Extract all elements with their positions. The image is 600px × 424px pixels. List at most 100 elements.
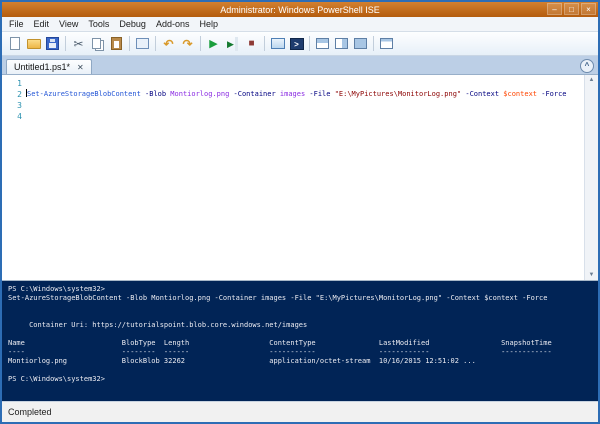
script-pane-max-icon [354,38,367,49]
paste-icon [111,37,122,50]
console-line [8,366,598,375]
open-script-button[interactable] [24,34,43,53]
menu-help[interactable]: Help [194,19,223,29]
console-line: ---- -------- ------ ----------- -------… [8,348,598,357]
menu-addons[interactable]: Add-ons [151,19,195,29]
redo-icon: ↷ [182,37,192,51]
line-number: 2 [2,89,22,100]
menu-view[interactable]: View [54,19,83,29]
run-script-button[interactable]: ▶ [204,34,223,53]
tab-close-icon[interactable]: ✕ [77,63,84,72]
paste-button[interactable] [107,34,126,53]
console-line: PS C:\Windows\system32> [8,375,598,384]
minimize-button[interactable]: – [547,3,562,15]
console-line: Set-AzureStorageBlobContent -Blob Montio… [8,294,598,303]
code-token-variable: $context [499,90,537,98]
code-token-parameter: -File [305,90,330,98]
line-number-gutter: 1234 [2,75,26,280]
toolbar-separator [373,36,374,51]
save-button[interactable] [43,34,62,53]
toolbar-separator [200,36,201,51]
console-line: PS C:\Windows\system32> [8,285,598,294]
cut-icon: ✂ [73,37,83,51]
cut-button[interactable]: ✂ [69,34,88,53]
clear-console-icon [136,38,149,49]
menu-bar: FileEditViewToolsDebugAdd-onsHelp [2,17,598,32]
toolbar-separator [129,36,130,51]
run-selection-button[interactable]: ▶ [223,34,242,53]
code-token-string: "E:\MyPictures\MonitorLog.png" [330,90,461,98]
console-line: Container Uri: https://tutorialspoint.bl… [8,321,598,330]
code-line[interactable] [26,100,584,111]
undo-button[interactable]: ↶ [159,34,178,53]
scroll-up-icon[interactable]: ▲ [589,77,595,83]
script-pane-top-button[interactable] [313,34,332,53]
open-script-icon [27,39,41,49]
menu-file[interactable]: File [4,19,29,29]
code-token-argument: images [276,90,306,98]
code-token-parameter: -Container [229,90,275,98]
line-number: 4 [2,111,22,122]
code-token-argument: Montiorlog.png [166,90,229,98]
scroll-down-icon[interactable]: ▼ [589,272,595,278]
tab-untitled1[interactable]: Untitled1.ps1* ✕ [6,59,92,74]
code-line[interactable] [26,78,584,89]
maximize-button[interactable]: □ [564,3,579,15]
clear-console-button[interactable] [133,34,152,53]
undo-icon: ↶ [163,37,173,51]
new-remote-tab-icon [271,38,285,49]
copy-icon [92,38,101,49]
script-pane-max-button[interactable] [351,34,370,53]
copy-button[interactable] [88,34,107,53]
menu-edit[interactable]: Edit [29,19,55,29]
editor-scrollbar[interactable]: ▲ ▼ [584,75,598,280]
toolbar-separator [264,36,265,51]
code-token-parameter: -Force [537,90,567,98]
console-line: Montiorlog.png BlockBlob 32262 applicati… [8,357,598,366]
console-line [8,303,598,312]
status-bar: Completed [2,401,598,422]
powershell-ise-window: Administrator: Windows PowerShell ISE – … [0,0,600,424]
toolbar-separator [309,36,310,51]
run-selection-icon: ▶ [227,37,238,51]
new-remote-tab-button[interactable] [268,34,287,53]
script-pane-top-icon [316,38,329,49]
script-editor-pane: 1234 Set-AzureStorageBlobContent -Blob M… [2,75,598,281]
menu-tools[interactable]: Tools [83,19,114,29]
stop-button[interactable]: ■ [242,34,261,53]
window-controls: – □ × [547,3,596,15]
start-powershell-icon: > [290,38,304,50]
stop-icon: ■ [248,37,254,51]
redo-button[interactable]: ↷ [178,34,197,53]
new-script-button[interactable] [5,34,24,53]
toolbar-separator [65,36,66,51]
console-line: Name BlobType Length ContentType LastMod… [8,339,598,348]
code-token-parameter: -Context [461,90,499,98]
close-button[interactable]: × [581,3,596,15]
tab-strip: Untitled1.ps1* ✕ ^ [2,56,598,75]
collapse-script-pane-button[interactable]: ^ [580,59,594,73]
line-number: 1 [2,78,22,89]
start-powershell-button[interactable]: > [287,34,306,53]
toolbar: ✂ ↶ ↷ ▶ ▶ ■ > [2,32,598,56]
show-command-button[interactable] [377,34,396,53]
console-line [8,330,598,339]
code-line[interactable] [26,111,584,122]
script-pane-right-icon [335,38,348,49]
new-script-icon [10,37,20,50]
code-token-cmdlet: Set-AzureStorageBlobContent [27,90,141,98]
run-script-icon: ▶ [209,37,217,51]
menu-debug[interactable]: Debug [114,19,151,29]
window-title: Administrator: Windows PowerShell ISE [220,5,380,15]
code-line[interactable]: Set-AzureStorageBlobContent -Blob Montio… [26,89,584,100]
title-bar[interactable]: Administrator: Windows PowerShell ISE – … [2,2,598,17]
script-pane-right-button[interactable] [332,34,351,53]
show-command-icon [380,38,393,49]
console-line [8,312,598,321]
toolbar-separator [155,36,156,51]
code-token-parameter: -Blob [141,90,166,98]
console-output: PS C:\Windows\system32>Set-AzureStorageB… [8,285,598,384]
console-pane[interactable]: PS C:\Windows\system32>Set-AzureStorageB… [2,281,598,401]
save-icon [46,37,59,50]
code-area[interactable]: Set-AzureStorageBlobContent -Blob Montio… [26,75,584,280]
